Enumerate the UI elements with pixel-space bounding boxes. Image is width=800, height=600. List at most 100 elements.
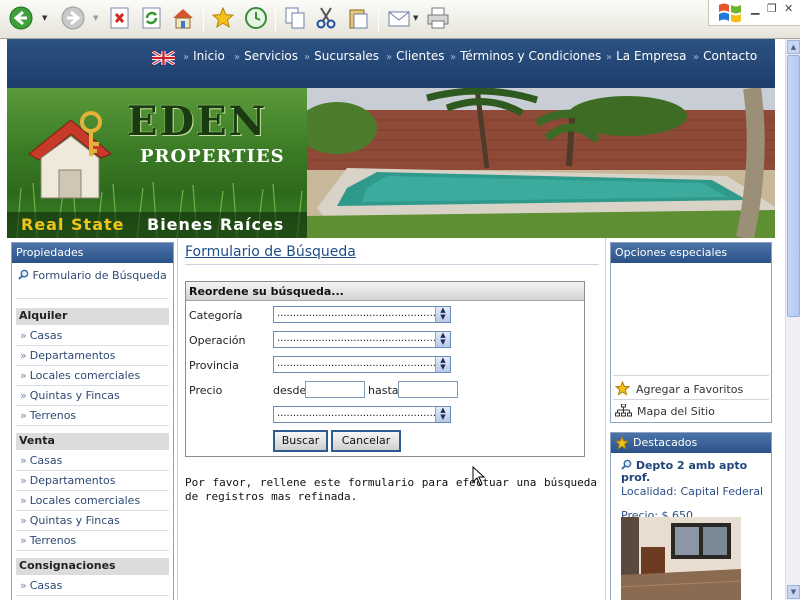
menu-item-label: Quintas y Fincas [29,514,120,527]
page-title[interactable]: Formulario de Búsqueda [185,244,356,260]
section-consignaciones: Consignaciones [16,558,169,575]
favorites-button[interactable] [210,5,236,31]
sitemap-icon [615,403,632,417]
close-icon[interactable]: ✕ [784,2,793,15]
nav-sucursales[interactable]: » Sucursales [304,49,379,63]
nav-inicio[interactable]: » Inicio [183,49,225,63]
raquo-icon: » [20,349,27,362]
section-venta: Venta [16,433,169,450]
site-container: » Inicio » Servicios » Sucursales » Clientes… [7,39,775,600]
history-icon [245,7,267,29]
nav-label: Servicios [244,49,299,63]
venta-terrenos[interactable]: » Terrenos [16,531,169,551]
featured-box: Destacados Depto 2 amb apto prof. Locali… [610,432,772,600]
vertical-scrollbar[interactable]: ▲ ▼ [785,39,800,600]
print-button[interactable] [425,5,451,31]
copy-button[interactable] [282,5,308,31]
consignaciones-casas[interactable]: » Casas [16,576,169,596]
categoria-select[interactable]: ........................................… [273,306,451,323]
select-arrows-icon[interactable]: ▲ ▼ [435,407,450,422]
operacion-label: Operación [189,334,246,347]
provincia-label: Provincia [189,359,239,372]
select-value: ........................................… [277,333,440,344]
search-icon [621,459,632,470]
raquo-icon: » [20,474,27,487]
back-dropdown-icon[interactable]: ▼ [42,14,47,22]
mail-button[interactable] [386,5,412,31]
uk-flag-icon[interactable] [152,51,175,65]
venta-locales[interactable]: » Locales comerciales [16,491,169,511]
venta-casas[interactable]: » Casas [16,451,169,471]
select-arrows-icon[interactable]: ▲ ▼ [435,307,450,322]
alquiler-departamentos[interactable]: » Departamentos [16,346,169,366]
scissors-icon [316,7,336,29]
alquiler-quintas[interactable]: » Quintas y Fincas [16,386,169,406]
search-button[interactable]: Buscar [273,430,328,452]
stop-button[interactable] [107,5,133,31]
mail-dropdown-icon[interactable]: ▼ [413,14,418,22]
special-options-title: Opciones especiales [611,243,771,263]
history-button[interactable] [243,5,269,31]
paste-button[interactable] [345,5,371,31]
scroll-thumb[interactable] [787,55,800,317]
right-sidebar: Opciones especiales Agregar a Favoritos … [605,238,775,600]
restore-icon[interactable]: ❐ [767,2,777,15]
select-arrows-icon[interactable]: ▲ ▼ [435,357,450,372]
properties-menu-title: Propiedades [12,243,173,263]
sitemap-label: Mapa del Sitio [637,405,715,418]
search-form-link[interactable]: Formulario de Búsqueda [18,269,168,282]
featured-title: Destacados [611,433,771,453]
add-favorites-link[interactable]: Agregar a Favoritos [614,380,744,396]
venta-departamentos[interactable]: » Departamentos [16,471,169,491]
nav-la-empresa[interactable]: » La Empresa [606,49,687,63]
featured-photo[interactable] [621,517,741,600]
nav-terminos[interactable]: » Términos y Condiciones [450,49,601,63]
search-form: Reordene su búsqueda... Categoría ......… [185,281,585,457]
mail-icon [388,11,410,27]
logo-panel[interactable]: EDEN PROPERTIES Real State Bienes Raíces [7,88,307,238]
cancel-button[interactable]: Cancelar [331,430,401,452]
provincia-select[interactable]: ........................................… [273,356,451,373]
nav-contacto[interactable]: » Contacto [693,49,757,63]
sitemap-link[interactable]: Mapa del Sitio [615,403,715,418]
raquo-icon: » [304,52,311,63]
logo-subtitle: PROPERTIES [140,146,285,167]
select-arrows-icon[interactable]: ▲ ▼ [435,332,450,347]
featured-property-link[interactable]: Depto 2 amb apto prof. [621,459,771,484]
favorites-label: Agregar a Favoritos [636,383,744,396]
divider [16,298,169,299]
raquo-icon: » [386,52,393,63]
venta-quintas[interactable]: » Quintas y Fincas [16,511,169,531]
back-button[interactable] [8,5,34,31]
menu-item-label: Casas [29,454,63,467]
forward-dropdown-icon[interactable]: ▼ [93,14,98,22]
printer-icon [427,7,449,29]
scroll-down-icon[interactable]: ▼ [787,585,800,599]
minimize-icon[interactable]: ▁ [751,2,759,15]
alquiler-terrenos[interactable]: » Terrenos [16,406,169,426]
logo-text: EDEN [127,98,268,145]
scroll-up-icon[interactable]: ▲ [787,40,800,54]
nav-clientes[interactable]: » Clientes [386,49,445,63]
raquo-icon: » [20,409,27,422]
home-button[interactable] [170,5,196,31]
home-icon [173,9,193,29]
help-text: Por favor, rellene este formulario para … [185,476,597,503]
price-to-input[interactable] [398,381,458,398]
nav-label: Inicio [193,49,225,63]
raquo-icon: » [20,534,27,547]
price-from-input[interactable] [305,381,365,398]
forward-button[interactable] [60,5,86,31]
cut-button[interactable] [313,5,339,31]
alquiler-casas[interactable]: » Casas [16,326,169,346]
toolbar-separator [275,5,276,32]
operacion-select[interactable]: ........................................… [273,331,451,348]
refresh-button[interactable] [139,5,165,31]
raquo-icon: » [20,389,27,402]
alquiler-locales[interactable]: » Locales comerciales [16,366,169,386]
back-arrow-icon [9,6,33,30]
windows-logo-area: ▁ ❐ ✕ [708,0,800,26]
desde-label: desde [273,384,307,397]
nav-servicios[interactable]: » Servicios [234,49,298,63]
order-select[interactable]: ........................................… [273,406,451,423]
